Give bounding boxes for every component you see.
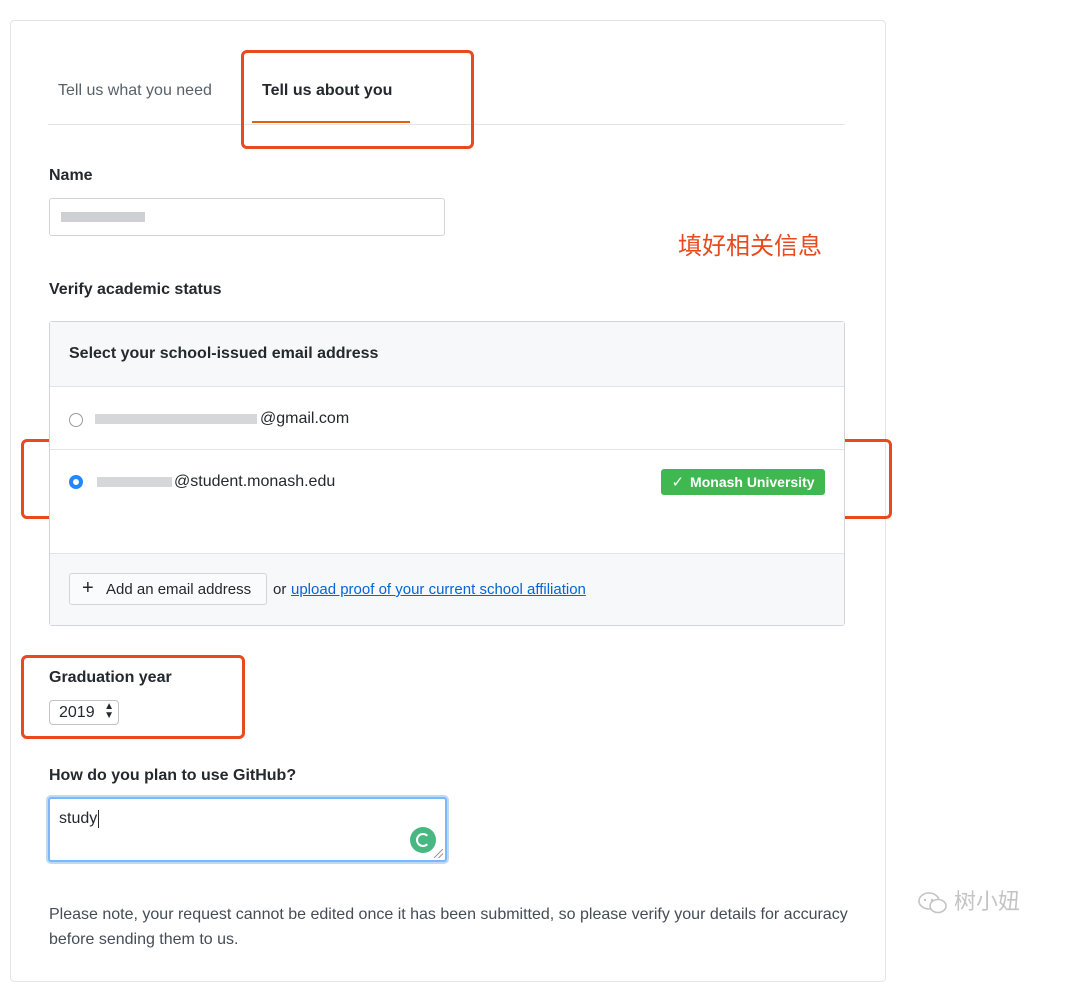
email-address: @gmail.com <box>260 410 350 427</box>
check-icon: ✓ <box>671 474 685 491</box>
email-option-selected[interactable]: @student.monash.edu ✓ Monash University <box>50 450 844 512</box>
submission-note: Please note, your request cannot be edit… <box>49 906 848 948</box>
blurred-email-local <box>95 414 257 424</box>
email-select-box: Select your school-issued email address … <box>49 321 845 626</box>
text-caret <box>98 810 100 828</box>
add-email-label: Add an email address <box>106 581 252 598</box>
plan-value: study <box>59 810 98 828</box>
plus-icon: + <box>82 577 94 599</box>
radio-button-selected[interactable] <box>69 475 83 489</box>
radio-button[interactable] <box>69 413 83 427</box>
annotation-note: 填好相关信息 <box>678 232 822 260</box>
wechat-icon <box>918 892 947 914</box>
plan-textarea[interactable]: study <box>48 797 447 862</box>
resize-grip-icon[interactable] <box>434 849 443 858</box>
watermark: 树小妞 <box>918 884 1020 916</box>
plan-label: How do you plan to use GitHub? <box>49 767 297 784</box>
watermark-text: 树小妞 <box>954 890 1021 915</box>
or-text: or <box>273 581 287 598</box>
name-input[interactable] <box>49 198 445 236</box>
tab-what-you-need[interactable]: Tell us what you need <box>58 82 212 100</box>
graduation-year-value: 2019 <box>59 704 95 721</box>
badge-label: Monash University <box>690 474 815 490</box>
annotation-box-year <box>21 655 245 739</box>
school-badge: ✓ Monash University <box>661 469 825 495</box>
grammarly-icon[interactable] <box>410 827 436 853</box>
verify-label: Verify academic status <box>49 281 222 298</box>
graduation-year-select[interactable]: 2019 ▲ ▼ <box>49 700 119 725</box>
email-box-title: Select your school-issued email address <box>69 345 379 362</box>
email-option[interactable]: @gmail.com <box>50 387 844 450</box>
name-label: Name <box>49 167 93 184</box>
select-arrows-icon: ▲ ▼ <box>104 701 114 721</box>
add-email-button[interactable]: + Add an email address <box>69 573 267 605</box>
email-box-header: Select your school-issued email address <box>50 322 844 387</box>
blurred-name <box>61 212 145 222</box>
upload-proof-link[interactable]: upload proof of your current school affi… <box>291 581 586 598</box>
email-address: @student.monash.edu <box>174 473 336 490</box>
blurred-email-local <box>97 477 172 487</box>
annotation-box-tab <box>241 50 474 149</box>
email-box-footer: + Add an email address or upload proof o… <box>50 553 844 625</box>
graduation-label: Graduation year <box>49 669 172 686</box>
